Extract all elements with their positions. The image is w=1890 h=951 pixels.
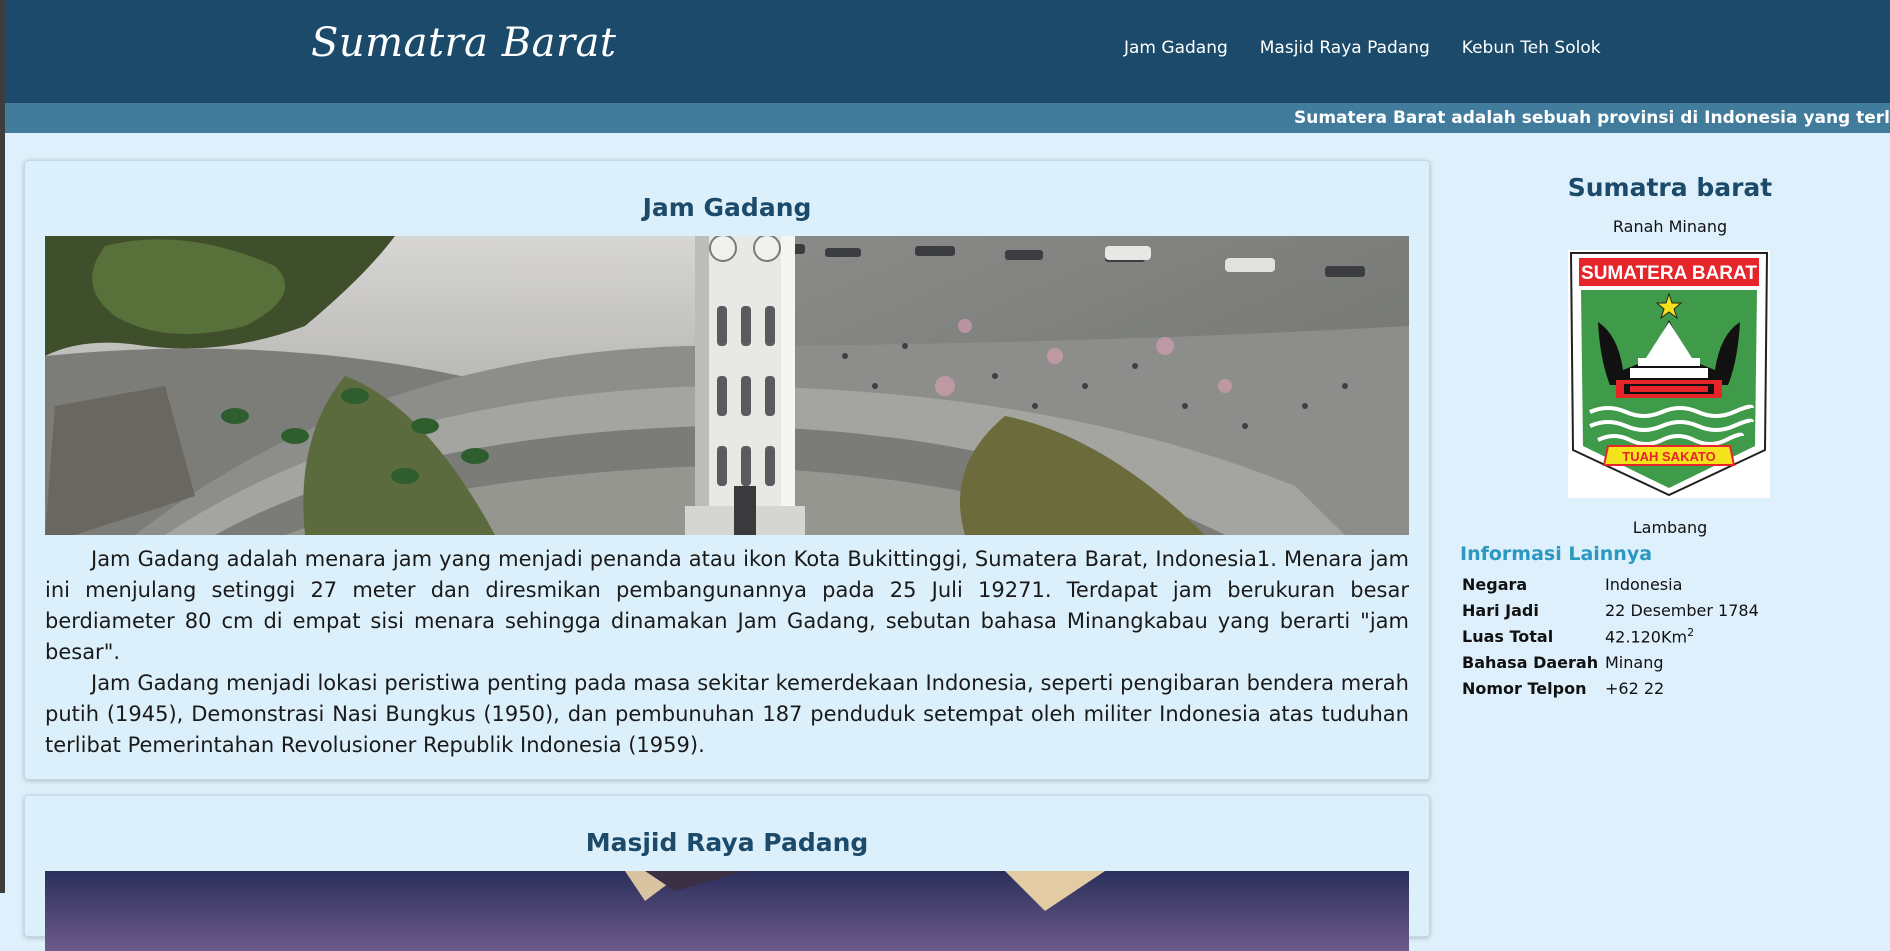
info-row-bahasa-daerah: Bahasa Daerah Minang [1462,649,1759,675]
article-card-masjid-raya-padang: Masjid Raya Padang [24,795,1430,951]
info-key: Luas Total [1462,626,1554,646]
info-row-luas-total: Luas Total 42.120Km2 [1462,623,1759,649]
article-title: Masjid Raya Padang [585,828,869,857]
article-paragraph: Jam Gadang adalah menara jam yang menjad… [45,547,1409,664]
marquee-banner: Sumatera Barat adalah sebuah provinsi di… [0,103,1890,133]
nav-link-masjid-raya-padang[interactable]: Masjid Raya Padang [1260,38,1430,58]
province-nickname: Ranah Minang [1612,217,1728,236]
info-value-cell: 42.120Km2 [1605,623,1759,649]
info-table: Negara Indonesia Hari Jadi 22 Desember 1… [1462,571,1759,701]
jam-gadang-photo [45,236,1409,535]
nav-link-kebun-teh-solok[interactable]: Kebun Teh Solok [1462,38,1601,58]
emblem-caption: Lambang [1632,518,1708,537]
emblem-ribbon-text: TUAH SAKATO [1622,449,1715,464]
info-key: Bahasa Daerah [1462,652,1599,672]
info-value-superscript: 2 [1687,625,1695,639]
site-brand[interactable]: Sumatra Barat [311,20,616,66]
nav-links: Jam Gadang Masjid Raya Padang Kebun Teh … [1124,38,1633,58]
info-value: Indonesia [1605,574,1683,594]
info-row-negara: Negara Indonesia [1462,571,1759,597]
article-paragraph: Jam Gadang menjadi lokasi peristiwa pent… [45,671,1409,757]
info-value: 42.120Km [1605,627,1688,647]
article-body: Jam Gadang adalah menara jam yang menjad… [45,544,1409,761]
province-title: Sumatra barat [1567,173,1773,202]
info-key: Nomor Telpon [1462,678,1587,698]
article-card-jam-gadang: Jam Gadang Jam Gadang adalah menara jam … [24,160,1430,780]
province-emblem: SUMATERA BARAT TUAH SAKATO [1568,250,1770,498]
info-key: Negara [1462,574,1528,594]
info-row-nomor-telpon: Nomor Telpon +62 22 [1462,675,1759,701]
info-value: 22 Desember 1784 [1605,600,1759,620]
marquee-text: Sumatera Barat adalah sebuah provinsi di… [1294,108,1890,128]
info-value: +62 22 [1605,678,1665,698]
nav-link-jam-gadang[interactable]: Jam Gadang [1124,38,1228,58]
article-title: Jam Gadang [642,193,812,222]
emblem-top-text: SUMATERA BARAT [1581,263,1757,284]
navbar: Sumatra Barat Jam Gadang Masjid Raya Pad… [0,0,1890,103]
info-row-hari-jadi: Hari Jadi 22 Desember 1784 [1462,597,1759,623]
info-key: Hari Jadi [1462,600,1539,620]
masjid-raya-padang-photo [45,871,1409,951]
info-value: Minang [1605,652,1664,672]
info-heading: Informasi Lainnya [1460,543,1653,565]
window-edge [0,0,5,893]
